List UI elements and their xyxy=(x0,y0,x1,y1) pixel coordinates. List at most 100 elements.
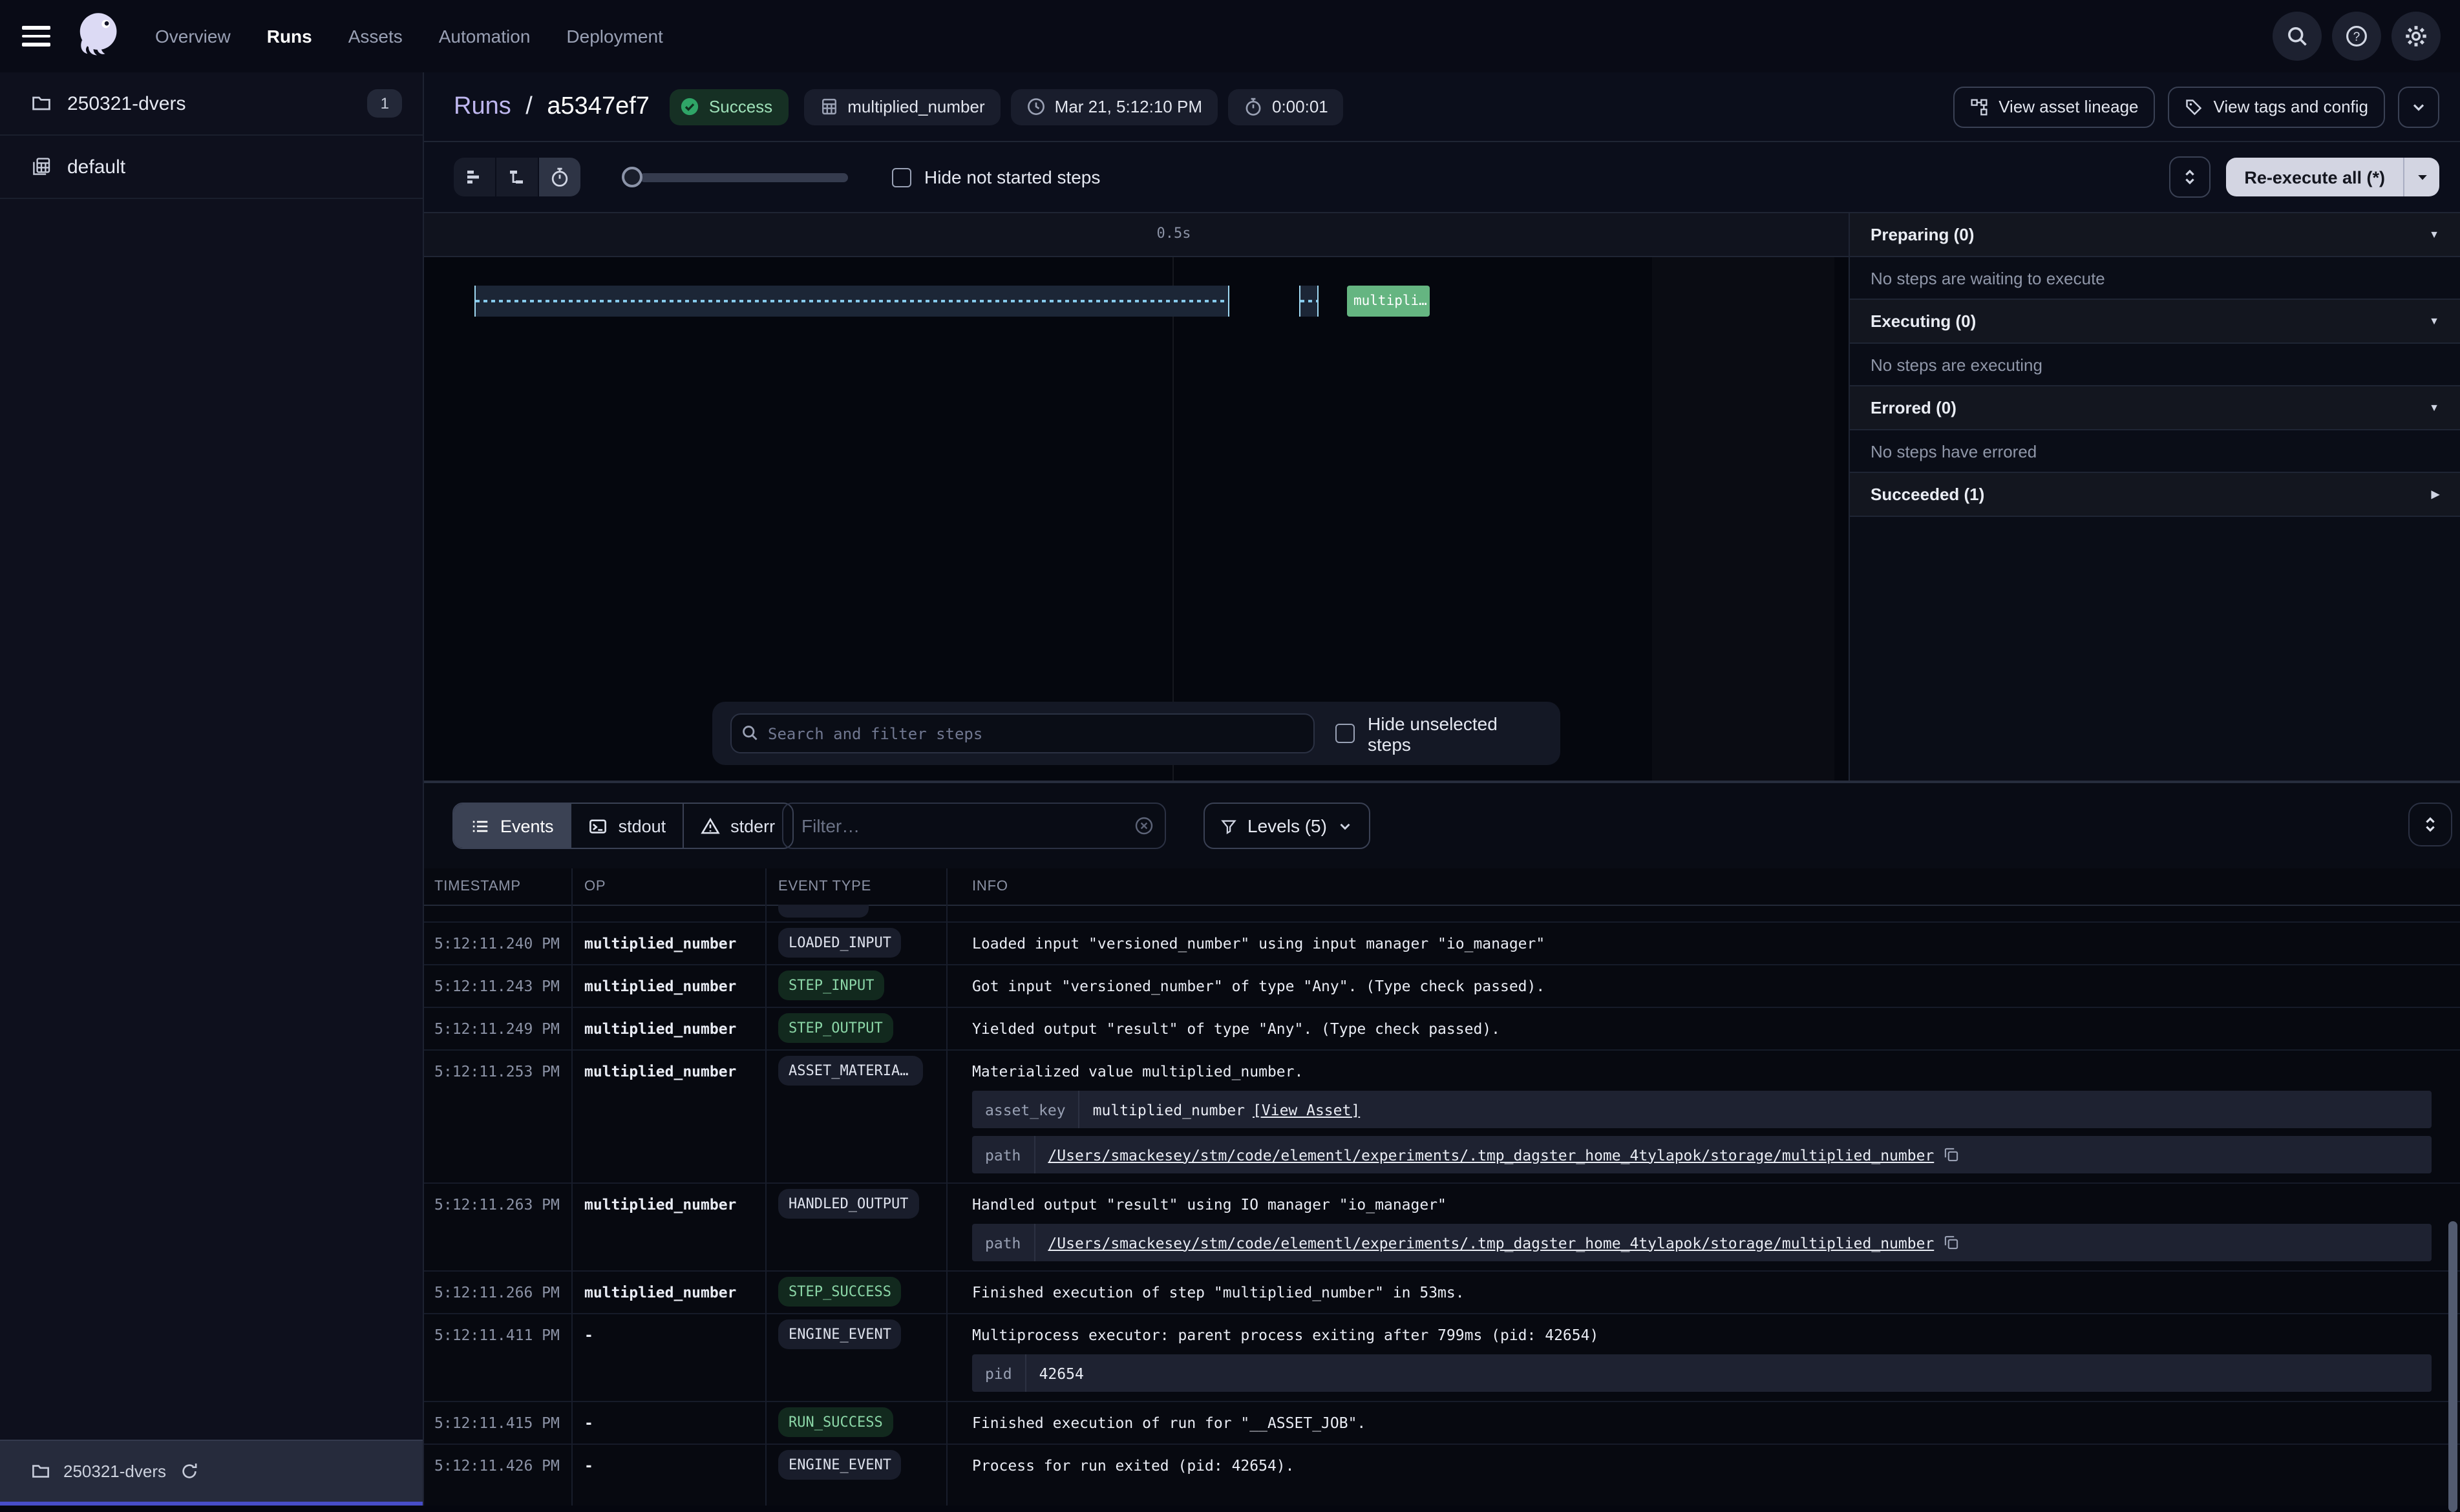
zoom-slider-track[interactable] xyxy=(640,173,848,182)
panel-section-executing[interactable]: Executing (0)▼ xyxy=(1850,300,2460,344)
event-type-cell: RUN_SUCCESS xyxy=(765,1402,946,1444)
event-message: Materialized value multiplied_number. xyxy=(972,1061,2432,1083)
step-search-input[interactable] xyxy=(730,713,1315,753)
events-table-header: TIMESTAMP OP EVENT TYPE INFO xyxy=(424,868,2460,906)
tab-stderr[interactable]: stderr xyxy=(684,804,792,848)
panel-section-body: No steps are waiting to execute xyxy=(1850,257,2460,300)
levels-filter-button[interactable]: Levels (5) xyxy=(1203,803,1371,849)
log-filter-input[interactable] xyxy=(782,803,1166,849)
tab-events[interactable]: Events xyxy=(454,804,572,848)
event-message: Process for run exited (pid: 42654). xyxy=(972,1455,2432,1477)
breadcrumb-runs[interactable]: Runs xyxy=(454,92,511,120)
event-type-badge: STEP_INPUT xyxy=(778,971,884,1000)
gantt-expand-button[interactable] xyxy=(2169,156,2211,198)
reexecute-button[interactable]: Re-execute all (*) xyxy=(2226,158,2439,196)
clear-filter-icon[interactable] xyxy=(1134,815,1154,836)
event-type-cell: STEP_SUCCESS xyxy=(765,1272,946,1313)
view-asset-lineage-label: View asset lineage xyxy=(1999,97,2138,116)
tag-icon xyxy=(2185,98,2203,116)
run-status-badge: Success xyxy=(670,89,788,125)
panel-section-errored[interactable]: Errored (0)▼ xyxy=(1850,386,2460,430)
view-tags-config-button[interactable]: View tags and config xyxy=(2168,86,2385,127)
table-row[interactable]: 5:12:11.263 PMmultiplied_numberHANDLED_O… xyxy=(424,1182,2460,1270)
reexecute-dropdown[interactable] xyxy=(2403,158,2439,196)
event-op: multiplied_number xyxy=(571,1272,765,1313)
events-expand-button[interactable] xyxy=(2408,803,2452,846)
event-timestamp: 5:12:11.266 PM xyxy=(424,1272,571,1313)
nav-item-deployment[interactable]: Deployment xyxy=(566,26,663,47)
search-button[interactable] xyxy=(2273,12,2322,61)
copy-button[interactable] xyxy=(1943,1146,1960,1163)
table-row[interactable]: 5:12:11.411 PM-ENGINE_EVENTMultiprocess … xyxy=(424,1313,2460,1401)
sidebar-status-indicator xyxy=(0,1502,423,1506)
nav-item-automation[interactable]: Automation xyxy=(439,26,531,47)
event-type-cell: ENGINE_EVENT xyxy=(765,1314,946,1401)
sidebar-item-label: default xyxy=(67,156,125,178)
table-row[interactable]: 5:12:11.243 PMmultiplied_numberSTEP_INPU… xyxy=(424,964,2460,1007)
hide-not-started-checkbox[interactable] xyxy=(892,167,911,187)
tab-stdout[interactable]: stdout xyxy=(572,804,684,848)
gantt-step-bar[interactable]: multipli… xyxy=(1347,286,1430,317)
chevron-down-icon: ▼ xyxy=(2429,402,2439,414)
event-timestamp: 5:12:11.240 PM xyxy=(424,923,571,964)
chevron-right-icon: ▶ xyxy=(2432,488,2439,500)
hide-unselected-checkbox[interactable] xyxy=(1335,724,1355,743)
event-info: Finished execution of step "multiplied_n… xyxy=(946,1272,2460,1313)
help-icon: ? xyxy=(2345,25,2368,48)
event-info: Handled output "result" using IO manager… xyxy=(946,1184,2460,1270)
gantt-toolbar: Hide not started steps Re-execute all (*… xyxy=(424,142,2460,213)
view-asset-link[interactable]: [View Asset] xyxy=(1253,1100,1360,1118)
gantt-waterfall-view-button[interactable] xyxy=(496,158,539,196)
col-op: OP xyxy=(571,879,765,894)
stack-icon xyxy=(31,156,52,177)
nav-item-overview[interactable]: Overview xyxy=(155,26,231,47)
col-event-type: EVENT TYPE xyxy=(765,879,946,894)
gantt-timed-view-button[interactable] xyxy=(539,158,580,196)
col-info: INFO xyxy=(946,879,2460,894)
sidebar-item-default[interactable]: default xyxy=(0,136,423,199)
event-op: multiplied_number xyxy=(571,1051,765,1182)
hide-not-started-group: Hide not started steps xyxy=(892,167,1100,187)
timer-icon xyxy=(1244,97,1263,116)
levels-label: Levels (5) xyxy=(1247,815,1327,836)
zoom-slider[interactable] xyxy=(622,167,848,187)
event-op: - xyxy=(571,1445,765,1486)
table-row[interactable]: 5:12:11.240 PMmultiplied_numberLOADED_IN… xyxy=(424,921,2460,964)
panel-section-succeeded[interactable]: Succeeded (1)▶ xyxy=(1850,473,2460,517)
table-row[interactable]: 5:12:11.253 PMmultiplied_numberASSET_MAT… xyxy=(424,1049,2460,1182)
nav-item-assets[interactable]: Assets xyxy=(348,26,403,47)
header-more-button[interactable] xyxy=(2398,86,2439,127)
table-row[interactable]: 5:12:11.426 PM-ENGINE_EVENTProcess for r… xyxy=(424,1444,2460,1486)
settings-button[interactable] xyxy=(2391,12,2441,61)
view-asset-lineage-button[interactable]: View asset lineage xyxy=(1953,86,2155,127)
reexecute-label[interactable]: Re-execute all (*) xyxy=(2226,158,2403,196)
event-timestamp: 5:12:11.411 PM xyxy=(424,1314,571,1401)
gantt-flat-view-button[interactable] xyxy=(454,158,496,196)
dagster-run-page: Overview Runs Assets Automation Deployment ?… xyxy=(0,0,2460,1506)
gantt-search-overlay: Hide unselected steps xyxy=(712,702,1560,765)
menu-icon[interactable] xyxy=(22,26,50,47)
copy-button[interactable] xyxy=(1943,1234,1960,1251)
events-table-body: 5:12:11.240 PM multiplied_number LOADED_IN… xyxy=(424,905,2460,1506)
dagster-logo-icon[interactable] xyxy=(70,9,124,63)
zoom-slider-handle[interactable] xyxy=(622,167,642,187)
path-link[interactable]: /Users/smackesey/stm/code/elementl/exper… xyxy=(1048,1234,1934,1252)
help-button[interactable]: ? xyxy=(2332,12,2381,61)
table-row[interactable]: 5:12:11.249 PMmultiplied_numberSTEP_OUTP… xyxy=(424,1007,2460,1049)
sidebar-item-250321-dvers[interactable]: 250321-dvers1 xyxy=(0,72,423,136)
run-count-badge: 1 xyxy=(368,89,402,118)
tree-icon xyxy=(507,167,527,187)
path-link[interactable]: /Users/smackesey/stm/code/elementl/exper… xyxy=(1048,1146,1934,1164)
sidebar-code-location[interactable]: 250321-dvers xyxy=(0,1440,423,1502)
nav-item-runs[interactable]: Runs xyxy=(267,26,312,47)
table-row[interactable]: 5:12:11.266 PMmultiplied_numberSTEP_SUCC… xyxy=(424,1270,2460,1313)
table-row-partial xyxy=(424,905,2460,921)
event-type-badge: LOADED_INPUT xyxy=(778,928,902,958)
panel-section-preparing[interactable]: Preparing (0)▼ xyxy=(1850,213,2460,257)
search-icon xyxy=(2285,25,2309,48)
unfold-icon xyxy=(2421,815,2439,834)
vertical-scrollbar[interactable] xyxy=(2448,1221,2457,1512)
event-type-cell: STEP_OUTPUT xyxy=(765,1008,946,1049)
refresh-icon[interactable] xyxy=(179,1462,198,1481)
table-row[interactable]: 5:12:11.415 PM-RUN_SUCCESSFinished execu… xyxy=(424,1401,2460,1444)
